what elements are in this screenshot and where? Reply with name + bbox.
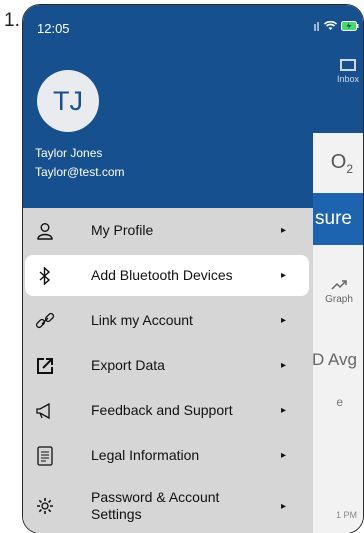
chevron-right-icon: ▸ [281,360,287,371]
chevron-right-icon: ▸ [281,315,287,326]
chevron-right-icon: ▸ [281,225,287,236]
menu-item-add-bluetooth-devices[interactable]: Add Bluetooth Devices ▸ [25,255,309,296]
inbox-label: Inbox [336,74,360,84]
menu-item-legal-information[interactable]: Legal Information ▸ [23,433,313,478]
document-icon [35,445,55,466]
partial-text: e [336,395,343,409]
measure-button[interactable]: sure [305,193,363,245]
bluetooth-icon [35,266,55,286]
menu-item-label: Feedback and Support [91,402,233,418]
link-icon [35,311,55,331]
menu-item-feedback-and-support[interactable]: Feedback and Support ▸ [23,388,313,433]
side-drawer: 12:05 TJ Taylor Jones Taylor@test.com My… [23,5,313,533]
avg-label: D Avg [311,350,357,369]
wifi-icon [324,21,337,30]
user-email: Taylor@test.com [35,165,125,179]
menu-item-label: Add Bluetooth Devices [91,267,233,283]
menu-item-label: My Profile [91,222,154,238]
user-name: Taylor Jones [35,146,103,160]
graph-label: Graph [325,294,353,305]
drawer-menu: My Profile ▸ Add Bluetooth Devices ▸ Lin… [23,208,313,533]
menu-item-label: Password & Account Settings [91,489,220,522]
menu-item-label: Legal Information [91,447,200,463]
envelope-icon [340,59,356,71]
chevron-right-icon: ▸ [281,405,287,416]
status-time: 12:05 [37,21,70,36]
trend-icon [331,280,347,290]
menu-item-password-account-settings[interactable]: Password & Account Settings ▸ [23,478,313,533]
drawer-header: 12:05 TJ Taylor Jones Taylor@test.com [23,5,313,208]
chevron-right-icon: ▸ [281,270,287,281]
avatar[interactable]: TJ [37,70,99,132]
battery-icon [341,21,359,31]
time-label: 1 PM [335,510,357,520]
menu-item-label: Export Data [91,357,165,373]
menu-item-link-my-account[interactable]: Link my Account ▸ [23,298,313,343]
menu-item-export-data[interactable]: Export Data ▸ [23,343,313,388]
gear-icon [35,496,55,516]
o2-label: O2 [330,151,353,176]
graph-tab[interactable]: Graph [319,279,359,305]
chevron-right-icon: ▸ [281,500,287,512]
phone-screen: Inbox O2 sure Graph D Avg e 1 PM 12:05 T… [22,4,364,533]
menu-item-label: Link my Account [91,312,193,328]
menu-item-my-profile[interactable]: My Profile ▸ [23,208,313,253]
export-icon [35,356,55,376]
status-icons [308,21,359,31]
person-icon [35,221,55,241]
chevron-right-icon: ▸ [281,450,287,461]
step-number: 1. [4,10,20,31]
inbox-button[interactable]: Inbox [333,59,363,84]
megaphone-icon [35,401,55,421]
